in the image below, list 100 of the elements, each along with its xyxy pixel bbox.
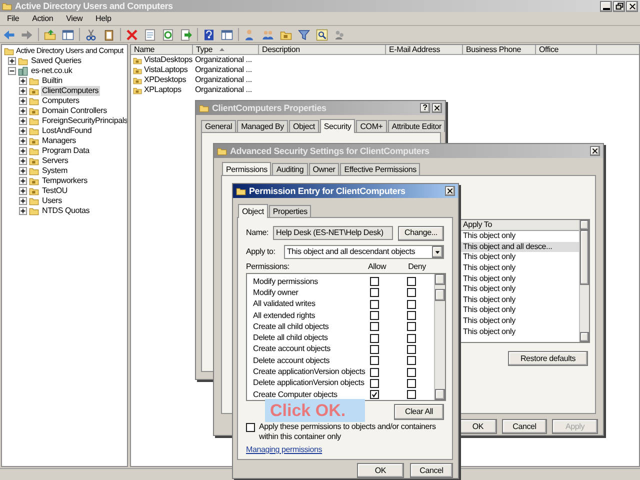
close-button[interactable] <box>432 103 442 113</box>
checkbox[interactable] <box>370 288 379 298</box>
clear-all-button[interactable]: Clear All <box>394 404 444 420</box>
minimize-button[interactable] <box>600 0 612 12</box>
change-button[interactable]: Change... <box>398 226 444 240</box>
tree-item[interactable]: LostAndFound <box>41 126 93 136</box>
toolbar-button[interactable] <box>102 28 116 42</box>
restore-defaults-button[interactable]: Restore defaults <box>508 351 588 366</box>
toolbar-button[interactable] <box>315 28 329 42</box>
restore-button[interactable] <box>613 0 625 12</box>
tree-item[interactable]: System <box>41 166 68 176</box>
checkbox[interactable] <box>407 277 416 286</box>
checkbox[interactable] <box>370 368 379 377</box>
tree-item[interactable]: TestOU <box>41 186 68 196</box>
tab[interactable]: Object <box>288 120 319 132</box>
menu-item[interactable]: Action <box>32 14 54 24</box>
checkbox[interactable] <box>407 356 416 366</box>
tree-item[interactable]: Tempworkers <box>41 176 88 186</box>
checkbox[interactable] <box>407 311 416 320</box>
column-header[interactable]: Business Phone <box>463 45 536 54</box>
toolbar-button[interactable] <box>125 28 139 42</box>
close-button[interactable] <box>445 186 455 196</box>
dialog-button[interactable]: Cancel <box>410 463 453 478</box>
list-row[interactable]: This object only <box>460 326 579 337</box>
tab[interactable]: COM+ <box>356 120 387 132</box>
toolbar-button[interactable] <box>84 28 98 42</box>
checkbox[interactable] <box>370 300 379 309</box>
menu-item[interactable]: Help <box>96 14 112 24</box>
checkbox[interactable] <box>370 277 379 286</box>
checkbox[interactable] <box>407 300 416 309</box>
list-row[interactable]: This object only <box>460 252 579 263</box>
list-row[interactable]: This object only <box>460 316 579 326</box>
tab[interactable]: Object <box>238 204 268 218</box>
column-header[interactable]: Type <box>193 45 259 54</box>
list-row[interactable]: This object only <box>460 284 579 295</box>
dialog-button[interactable]: OK <box>459 419 497 434</box>
checkbox[interactable] <box>407 322 416 332</box>
checkbox[interactable] <box>407 334 416 343</box>
checkbox[interactable] <box>370 334 379 343</box>
list-row[interactable]: This object only <box>460 262 579 274</box>
checkbox[interactable] <box>246 423 255 432</box>
tab[interactable]: Effective Permissions <box>340 163 420 175</box>
checkbox[interactable] <box>370 344 379 354</box>
tree-item[interactable]: Saved Queries <box>30 56 82 66</box>
checkbox[interactable] <box>370 311 379 320</box>
toolbar-button[interactable] <box>61 28 75 42</box>
dialog-button[interactable]: Cancel <box>502 419 547 434</box>
checkbox[interactable] <box>370 356 379 366</box>
checkbox[interactable] <box>370 322 379 332</box>
toolbar-button[interactable] <box>220 28 234 42</box>
tab[interactable]: General <box>201 120 236 132</box>
tree-item[interactable]: Managers <box>41 136 77 146</box>
list-row[interactable]: This object only <box>460 294 579 306</box>
toolbar-button[interactable] <box>143 28 157 42</box>
column-header[interactable]: Office <box>536 45 597 54</box>
tree-item[interactable]: Domain Controllers <box>41 106 108 116</box>
column-header[interactable]: E-Mail Address <box>386 45 463 54</box>
tree-item[interactable]: NTDS Quotas <box>41 206 91 216</box>
checkbox[interactable] <box>407 344 416 354</box>
tree-item[interactable]: es-net.co.uk <box>30 66 74 76</box>
help-button[interactable]: ? <box>420 103 430 113</box>
tree-item[interactable]: Servers <box>41 156 70 166</box>
scrollbar[interactable] <box>579 220 589 342</box>
list-row[interactable]: This object only <box>460 305 579 316</box>
tree-item[interactable]: ClientComputers <box>41 86 100 96</box>
list-row[interactable]: This object and all desce... <box>460 242 579 252</box>
tree-item[interactable]: Users <box>41 196 63 206</box>
checkbox[interactable] <box>407 368 416 377</box>
column-header[interactable]: Apply To <box>460 220 579 231</box>
tab[interactable]: Owner <box>308 163 340 175</box>
help-link[interactable]: Managing permissions <box>246 445 322 455</box>
toolbar-button[interactable] <box>297 28 311 42</box>
column-header[interactable]: Description <box>259 45 386 54</box>
checkbox[interactable] <box>407 378 416 388</box>
tab[interactable]: Managed By <box>237 120 288 132</box>
checkbox[interactable] <box>370 390 379 400</box>
tab[interactable]: Attribute Editor <box>388 120 446 132</box>
list-row[interactable]: This object only <box>460 231 579 242</box>
toolbar-button[interactable] <box>179 28 193 42</box>
close-button[interactable] <box>590 146 600 156</box>
tree-item[interactable]: Program Data <box>41 146 90 156</box>
tree-item[interactable]: Computers <box>41 96 80 106</box>
dialog-button[interactable]: OK <box>357 463 404 478</box>
checkbox[interactable] <box>370 378 379 388</box>
toolbar-button[interactable] <box>161 28 175 42</box>
checkbox[interactable] <box>407 288 416 298</box>
tab[interactable]: Permissions <box>222 162 272 176</box>
tree-item[interactable]: ForeignSecurityPrincipals <box>41 116 127 126</box>
menu-item[interactable]: File <box>7 14 20 24</box>
tree-item[interactable]: Builtin <box>41 76 64 86</box>
toolbar-button[interactable] <box>202 28 216 42</box>
tab[interactable]: Properties <box>268 205 312 217</box>
column-header[interactable]: Name <box>131 45 193 54</box>
apply-to-dropdown[interactable]: This object and all descendant objects <box>284 245 444 259</box>
tab[interactable]: Auditing <box>272 163 308 175</box>
scrollbar[interactable] <box>434 274 445 400</box>
menu-item[interactable]: View <box>66 14 83 24</box>
list-row[interactable]: This object only <box>460 273 579 284</box>
close-button[interactable] <box>626 0 638 12</box>
checkbox[interactable] <box>407 390 416 400</box>
